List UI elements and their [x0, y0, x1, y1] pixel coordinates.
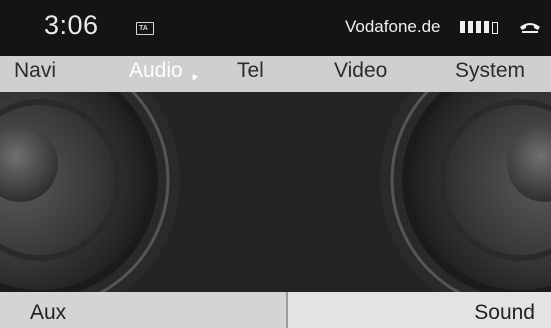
bottom-softkey-bar: Aux Sound: [0, 292, 551, 328]
ta-badge-label: TA: [139, 25, 148, 32]
tab-tel[interactable]: Tel: [237, 59, 264, 83]
main-menu-bar: Navi Audio Tel Video System: [0, 56, 551, 92]
sound-button[interactable]: Sound: [288, 292, 551, 328]
traffic-announcement-icon: TA: [136, 22, 154, 35]
network-operator: Vodafone.de: [345, 17, 441, 36]
audio-main-area: [0, 92, 551, 292]
clock: 3:06: [44, 10, 99, 40]
sound-button-label: Sound: [474, 301, 535, 324]
tab-navi[interactable]: Navi: [14, 59, 56, 83]
aux-button[interactable]: Aux: [0, 292, 288, 328]
tab-video[interactable]: Video: [334, 59, 387, 83]
speaker-graphic: [0, 92, 551, 292]
phone-hangup-icon: [518, 18, 542, 36]
signal-strength-icon: [460, 18, 512, 36]
aux-button-label: Aux: [30, 301, 67, 324]
tab-system[interactable]: System: [455, 59, 525, 83]
status-bar: 3:06 TA Vodafone.de: [0, 0, 551, 56]
tab-audio[interactable]: Audio: [129, 59, 183, 83]
left-speaker-icon: [0, 92, 180, 292]
